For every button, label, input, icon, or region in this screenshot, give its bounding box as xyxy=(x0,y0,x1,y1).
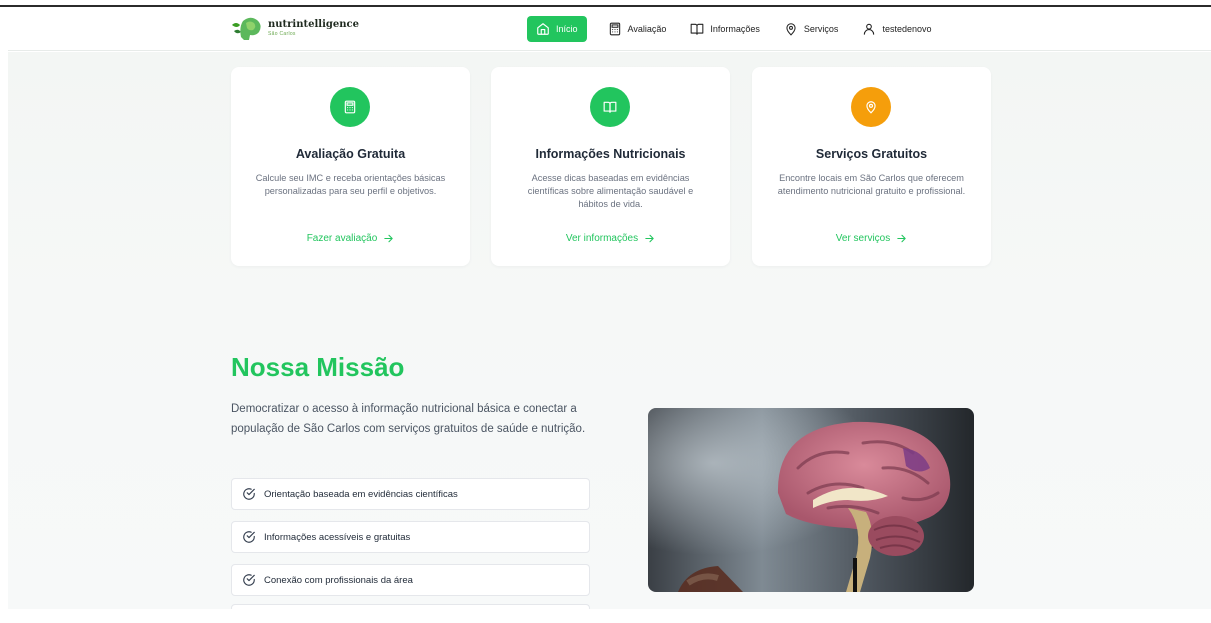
nav-label: Início xyxy=(556,24,578,34)
nav-item-inicio[interactable]: Início xyxy=(527,16,587,42)
logo-title: nutrintelligence xyxy=(268,18,359,30)
mission-item-label: Orientação baseada em evidências científ… xyxy=(264,488,458,500)
book-icon xyxy=(603,101,617,113)
card-link-label: Fazer avaliação xyxy=(306,233,378,244)
main-nav: Início Avaliação Informações Serviços te… xyxy=(527,16,946,42)
check-circle-icon xyxy=(243,488,255,500)
ver-servicos-link[interactable]: Ver serviços xyxy=(752,233,991,244)
mission-item: Informações acessíveis e gratuitas xyxy=(231,521,590,553)
logo[interactable]: nutrintelligence São Carlos xyxy=(230,15,359,41)
card-servicos: Serviços Gratuitos Encontre locais em Sã… xyxy=(752,67,991,266)
nav-item-avaliacao[interactable]: Avaliação xyxy=(599,16,676,42)
mission-item: Orientação baseada em evidências científ… xyxy=(231,478,590,510)
calculator-icon xyxy=(609,22,620,36)
mission-title: Nossa Missão xyxy=(231,352,405,382)
nav-item-servicos[interactable]: Serviços xyxy=(775,16,848,42)
mission-item-label: Informações acessíveis e gratuitas xyxy=(264,531,411,543)
ver-informacoes-link[interactable]: Ver informações xyxy=(491,233,730,244)
card-title: Informações Nutricionais xyxy=(535,147,686,161)
card-link-label: Ver serviços xyxy=(835,233,891,244)
card-icon-circle xyxy=(590,87,630,127)
nav-label: Informações xyxy=(710,24,760,34)
check-circle-icon xyxy=(243,531,255,543)
nav-label: testedenovo xyxy=(882,24,932,34)
nav-item-informacoes[interactable]: Informações xyxy=(681,16,769,42)
card-description: Calcule seu IMC e receba orientações bás… xyxy=(255,173,446,196)
check-circle-icon xyxy=(243,574,255,586)
location-pin-icon xyxy=(866,101,876,114)
card-avaliacao: Avaliação Gratuita Calcule seu IMC e rec… xyxy=(231,67,470,266)
card-informacoes: Informações Nutricionais Acesse dicas ba… xyxy=(491,67,730,266)
page-bottom xyxy=(0,609,1211,623)
card-icon-circle xyxy=(851,87,891,127)
arrow-right-icon xyxy=(384,234,394,243)
mission-text: Democratizar o acesso à informação nutri… xyxy=(231,403,586,435)
card-title: Avaliação Gratuita xyxy=(295,147,406,161)
card-link-label: Ver informações xyxy=(565,233,639,244)
fazer-avaliacao-link[interactable]: Fazer avaliação xyxy=(231,233,470,244)
brain-logo-icon xyxy=(230,15,264,41)
card-description: Acesse dicas baseadas em evidências cien… xyxy=(527,173,694,209)
card-description: Encontre locais em São Carlos que oferec… xyxy=(777,173,966,196)
logo-subtitle: São Carlos xyxy=(268,30,296,37)
calculator-icon xyxy=(344,100,356,114)
arrow-right-icon xyxy=(897,234,906,243)
nav-label: Avaliação xyxy=(627,24,667,34)
site-header: nutrintelligence São Carlos Início Avali… xyxy=(8,7,1211,51)
book-icon xyxy=(691,23,704,35)
mission-item-label: Conexão com profissionais da área xyxy=(264,574,413,586)
location-pin-icon xyxy=(786,23,796,36)
arrow-right-icon xyxy=(645,234,654,243)
mission-item: Conexão com profissionais da área xyxy=(231,564,590,596)
card-icon-circle xyxy=(330,87,370,127)
nav-item-user[interactable]: testedenovo xyxy=(853,16,940,42)
user-icon xyxy=(864,23,875,35)
brain-model-photo xyxy=(648,408,974,592)
nav-label: Serviços xyxy=(803,24,839,34)
home-icon xyxy=(537,23,549,35)
card-title: Serviços Gratuitos xyxy=(815,147,928,161)
